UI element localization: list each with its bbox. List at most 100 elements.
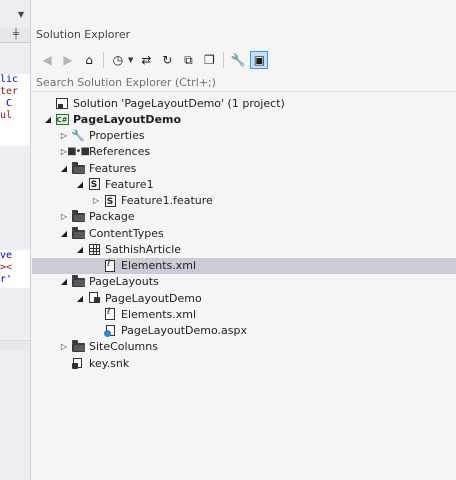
forward-icon: ▶ [63, 53, 73, 67]
tree-node[interactable]: ▷ 🔧 Properties [32, 128, 456, 144]
feature-icon-glyph: S [104, 194, 116, 207]
folder-icon-glyph [71, 340, 85, 353]
code-snippet-top[interactable]: lic ter Cul [0, 74, 30, 146]
tree-node[interactable]: ◢ C# PageLayoutDemo [32, 111, 456, 127]
expanded-arrow-icon[interactable]: ◢ [58, 274, 70, 290]
code-line: lic [0, 74, 19, 85]
arrow-placeholder [58, 355, 70, 371]
toolbar-separator [103, 52, 104, 68]
tree-node[interactable]: Elements.xml [32, 306, 456, 322]
folder-icon [70, 274, 86, 290]
tree-node-label: Properties [89, 129, 145, 142]
references-icon: ■•■ [67, 144, 90, 160]
folder-icon [70, 225, 86, 241]
properties-wrench-icon[interactable]: 🔧 [229, 51, 247, 69]
tree-node[interactable]: ◢ S Feature1 [32, 176, 456, 192]
search-input[interactable] [32, 74, 456, 90]
tree-node[interactable]: ▷ ■•■ References [32, 144, 456, 160]
folder-icon-glyph [71, 226, 85, 239]
tree-node[interactable]: ▷ Package [32, 209, 456, 225]
tree-node[interactable]: ◢ PageLayouts [32, 274, 456, 290]
feature-icon-glyph: S [88, 178, 100, 191]
code-line: ve [0, 250, 13, 261]
preview-selected-items-icon[interactable]: ▣ [250, 51, 269, 69]
code-line: >< [0, 262, 13, 273]
expanded-arrow-icon[interactable]: ◢ [74, 176, 86, 192]
feature-icon: S [102, 193, 118, 209]
xml-file-icon-glyph [105, 307, 115, 321]
tree-node-label: Feature1.feature [121, 194, 213, 207]
folder-icon [70, 339, 86, 355]
tree-node[interactable]: ◢ PageLayoutDemo [32, 290, 456, 306]
tree-node-label: SiteColumns [89, 340, 158, 354]
xml-file-icon [102, 258, 118, 274]
code-line: r' [0, 274, 13, 285]
arrow-placeholder [42, 95, 54, 111]
collapsed-arrow-icon[interactable]: ▷ [90, 193, 102, 209]
code-snippet-bottom[interactable]: ve >< r' [0, 250, 30, 288]
back-icon: ◀ [42, 53, 52, 67]
xml-file-icon-glyph [105, 259, 115, 272]
tree-node[interactable]: Elements.xml [32, 257, 456, 274]
tree-node[interactable]: ◢ Features [32, 160, 456, 176]
tree-node-label: Package [89, 210, 135, 224]
tree-node[interactable]: Solution 'PageLayoutDemo' (1 project) [32, 95, 456, 111]
solution-icon-glyph [56, 97, 68, 109]
collapsed-arrow-icon[interactable]: ▷ [58, 209, 70, 225]
tree-node[interactable]: key.snk [32, 355, 456, 371]
refresh-icon[interactable]: ↻ [158, 51, 176, 69]
collapse-all-icon[interactable]: ⧉ [179, 51, 197, 69]
expanded-arrow-icon[interactable]: ◢ [74, 290, 86, 306]
solution-icon [54, 95, 70, 111]
search-box[interactable] [32, 74, 456, 92]
xml-file-icon [102, 306, 118, 322]
aspx-file-icon [102, 323, 118, 339]
content-type-icon-glyph [88, 243, 100, 255]
feature-icon: S [86, 176, 102, 192]
expanded-arrow-icon[interactable]: ◢ [42, 111, 54, 127]
content-type-icon [86, 241, 102, 257]
folder-icon-glyph [71, 275, 85, 288]
sync-with-document-icon[interactable]: ⇄ [137, 51, 155, 69]
code-line: ul [0, 110, 13, 121]
expanded-arrow-icon[interactable]: ◢ [58, 160, 70, 176]
arrow-placeholder [90, 323, 102, 339]
tree-node-label: Elements.xml [121, 259, 197, 272]
tree-node[interactable]: ◢ SathishArticle [32, 241, 456, 257]
arrow-placeholder [90, 306, 102, 322]
collapsed-arrow-icon[interactable]: ▷ [58, 339, 70, 355]
folder-icon [70, 209, 86, 225]
key-file-icon-glyph [72, 357, 84, 369]
pending-changes-filter-icon[interactable]: ◷ [109, 51, 127, 69]
arrow-placeholder [90, 258, 102, 274]
solution-explorer-toolbar: ◀ ▶ ⌂ ◷ ▼ ⇄ ↻ ⧉ ❐ 🔧 ▣ [32, 48, 456, 72]
tree-node[interactable]: ▷ S Feature1.feature [32, 193, 456, 209]
wrench-icon-glyph: 🔧 [71, 129, 85, 142]
collapsed-arrow-icon[interactable]: ▷ [58, 128, 70, 144]
dropdown-caret-icon[interactable]: ▼ [128, 56, 133, 64]
tree-node[interactable]: ▷ SiteColumns [32, 339, 456, 355]
tree-node-label: PageLayouts [89, 275, 159, 289]
folder-icon-glyph [71, 210, 85, 223]
expanded-arrow-icon[interactable]: ◢ [58, 225, 70, 241]
tree-node-label: Features [89, 161, 137, 175]
tree-node-label: PageLayoutDemo [105, 291, 202, 305]
key-file-icon [70, 355, 86, 371]
page-layout-module-icon [86, 290, 102, 306]
code-line: C [0, 98, 13, 109]
split-window-icon[interactable]: ╪ [13, 29, 19, 40]
solution-explorer-panel: Solution Explorer ◀▶⌂◷▼⇄↻⧉❐🔧▣ Solution '… [32, 0, 456, 480]
expanded-arrow-icon[interactable]: ◢ [74, 241, 86, 257]
csharp-project-icon-glyph: C# [55, 113, 69, 125]
aspx-file-icon-glyph [104, 324, 116, 337]
tree-node-label: References [89, 145, 151, 159]
tree-node[interactable]: ◢ ContentTypes [32, 225, 456, 241]
home-icon[interactable]: ⌂ [80, 51, 98, 69]
toolbar-separator [223, 52, 225, 68]
tree-node[interactable]: PageLayoutDemo.aspx [32, 323, 456, 339]
horizontal-scrollbar[interactable] [0, 340, 30, 351]
folder-icon-glyph [71, 161, 85, 174]
show-all-files-icon[interactable]: ❐ [200, 51, 218, 69]
csharp-project-icon: C# [54, 111, 70, 127]
dropdown-arrow-icon[interactable]: ▼ [18, 10, 24, 19]
